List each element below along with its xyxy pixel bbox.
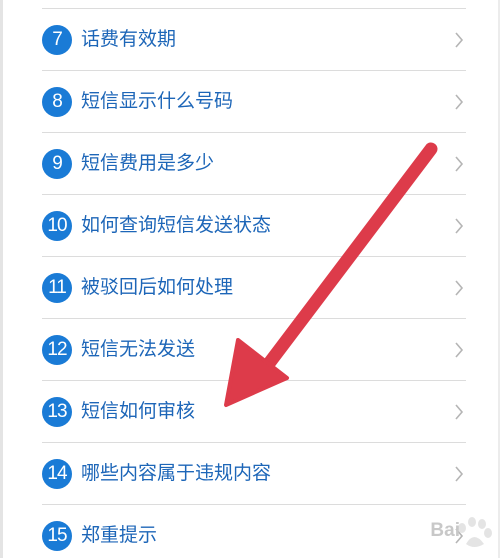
faq-list: 7 话费有效期 8 短信显示什么号码 9 短信费用是多少 10 如何查询短信发送… bbox=[0, 9, 500, 558]
item-number-badge: 13 bbox=[42, 397, 72, 427]
faq-item-13[interactable]: 13 短信如何审核 bbox=[42, 381, 466, 443]
faq-item-8[interactable]: 8 短信显示什么号码 bbox=[42, 71, 466, 133]
faq-item-12[interactable]: 12 短信无法发送 bbox=[42, 319, 466, 381]
item-number-badge: 14 bbox=[42, 459, 72, 489]
faq-item-14[interactable]: 14 哪些内容属于违规内容 bbox=[42, 443, 466, 505]
item-number-badge: 15 bbox=[42, 521, 72, 551]
faq-item-9[interactable]: 9 短信费用是多少 bbox=[42, 133, 466, 195]
chevron-right-icon bbox=[455, 342, 464, 358]
item-label: 被驳回后如何处理 bbox=[81, 276, 234, 298]
item-number-badge: 9 bbox=[42, 149, 72, 179]
chevron-right-icon bbox=[455, 218, 464, 234]
faq-page: 7 话费有效期 8 短信显示什么号码 9 短信费用是多少 10 如何查询短信发送… bbox=[0, 0, 500, 558]
item-label: 话费有效期 bbox=[81, 28, 177, 50]
item-number-badge: 8 bbox=[42, 87, 72, 117]
chevron-right-icon bbox=[455, 404, 464, 420]
faq-item-11[interactable]: 11 被驳回后如何处理 bbox=[42, 257, 466, 319]
chevron-right-icon bbox=[455, 32, 464, 48]
item-label: 如何查询短信发送状态 bbox=[81, 214, 272, 236]
chevron-right-icon bbox=[455, 466, 464, 482]
item-number-badge: 12 bbox=[42, 335, 72, 365]
chevron-right-icon bbox=[455, 94, 464, 110]
watermark-text: Bai bbox=[430, 520, 460, 541]
item-label: 短信无法发送 bbox=[81, 338, 196, 360]
item-label: 短信显示什么号码 bbox=[81, 90, 234, 112]
chevron-right-icon bbox=[455, 156, 464, 172]
chevron-right-icon bbox=[455, 280, 464, 296]
item-label: 郑重提示 bbox=[81, 524, 158, 546]
item-number-badge: 11 bbox=[42, 273, 72, 303]
item-number-badge: 10 bbox=[42, 211, 72, 241]
faq-item-10[interactable]: 10 如何查询短信发送状态 bbox=[42, 195, 466, 257]
item-label: 短信如何审核 bbox=[81, 400, 196, 422]
faq-item-7[interactable]: 7 话费有效期 bbox=[42, 9, 466, 71]
item-label: 哪些内容属于违规内容 bbox=[81, 462, 272, 484]
item-label: 短信费用是多少 bbox=[81, 152, 215, 174]
item-number-badge: 7 bbox=[42, 25, 72, 55]
